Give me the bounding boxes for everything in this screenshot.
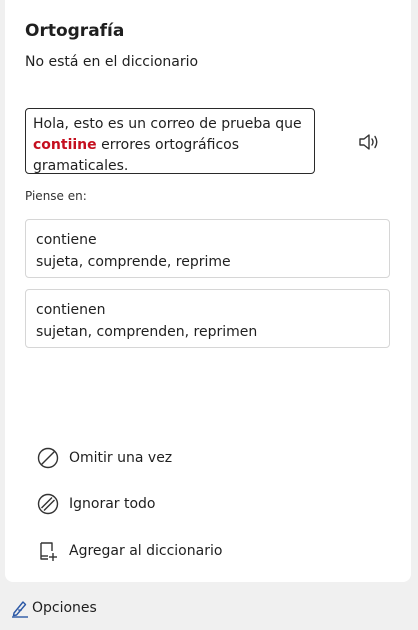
add-to-dictionary-button[interactable]: Agregar al diccionario: [37, 538, 222, 564]
suggestion-word: contiene: [36, 232, 97, 248]
suggestion-word: contienen: [36, 302, 106, 318]
ignore-once-button[interactable]: Omitir una vez: [37, 445, 172, 471]
ignore-once-label: Omitir una vez: [69, 450, 173, 466]
pen-lines-icon: [12, 601, 28, 618]
editor-pane: Ortografía No está en el diccionario Hol…: [5, 0, 411, 582]
suggestion-synonyms: sujeta, comprende, reprime: [36, 254, 231, 270]
suggestion-card-contienen[interactable]: contienen sujetan, comprenden, reprimen: [25, 289, 390, 348]
speaker-icon[interactable]: [357, 131, 381, 153]
suggestion-card-contiene[interactable]: contiene sujeta, comprende, reprime: [25, 219, 390, 278]
circle-slash-icon: [37, 447, 59, 469]
double-circle-slash-icon: [37, 493, 59, 515]
issue-type-label: No está en el diccionario: [25, 54, 199, 70]
dictionary-add-icon: [40, 542, 57, 561]
context-before: Hola, esto es un correo de prueba que: [33, 116, 302, 132]
add-to-dictionary-label: Agregar al diccionario: [69, 543, 223, 559]
options-label: Opciones: [32, 600, 97, 616]
suggestion-synonyms: sujetan, comprenden, reprimen: [36, 324, 258, 340]
ignore-all-button[interactable]: Ignorar todo: [37, 491, 156, 517]
misspelled-word: contiine: [33, 137, 97, 153]
context-sentence-box: Hola, esto es un correo de prueba que co…: [25, 108, 315, 174]
options-link[interactable]: Opciones: [10, 598, 97, 618]
suggestions-header: Piense en:: [25, 189, 87, 203]
ignore-all-label: Ignorar todo: [69, 496, 156, 512]
pane-title: Ortografía: [25, 21, 125, 41]
